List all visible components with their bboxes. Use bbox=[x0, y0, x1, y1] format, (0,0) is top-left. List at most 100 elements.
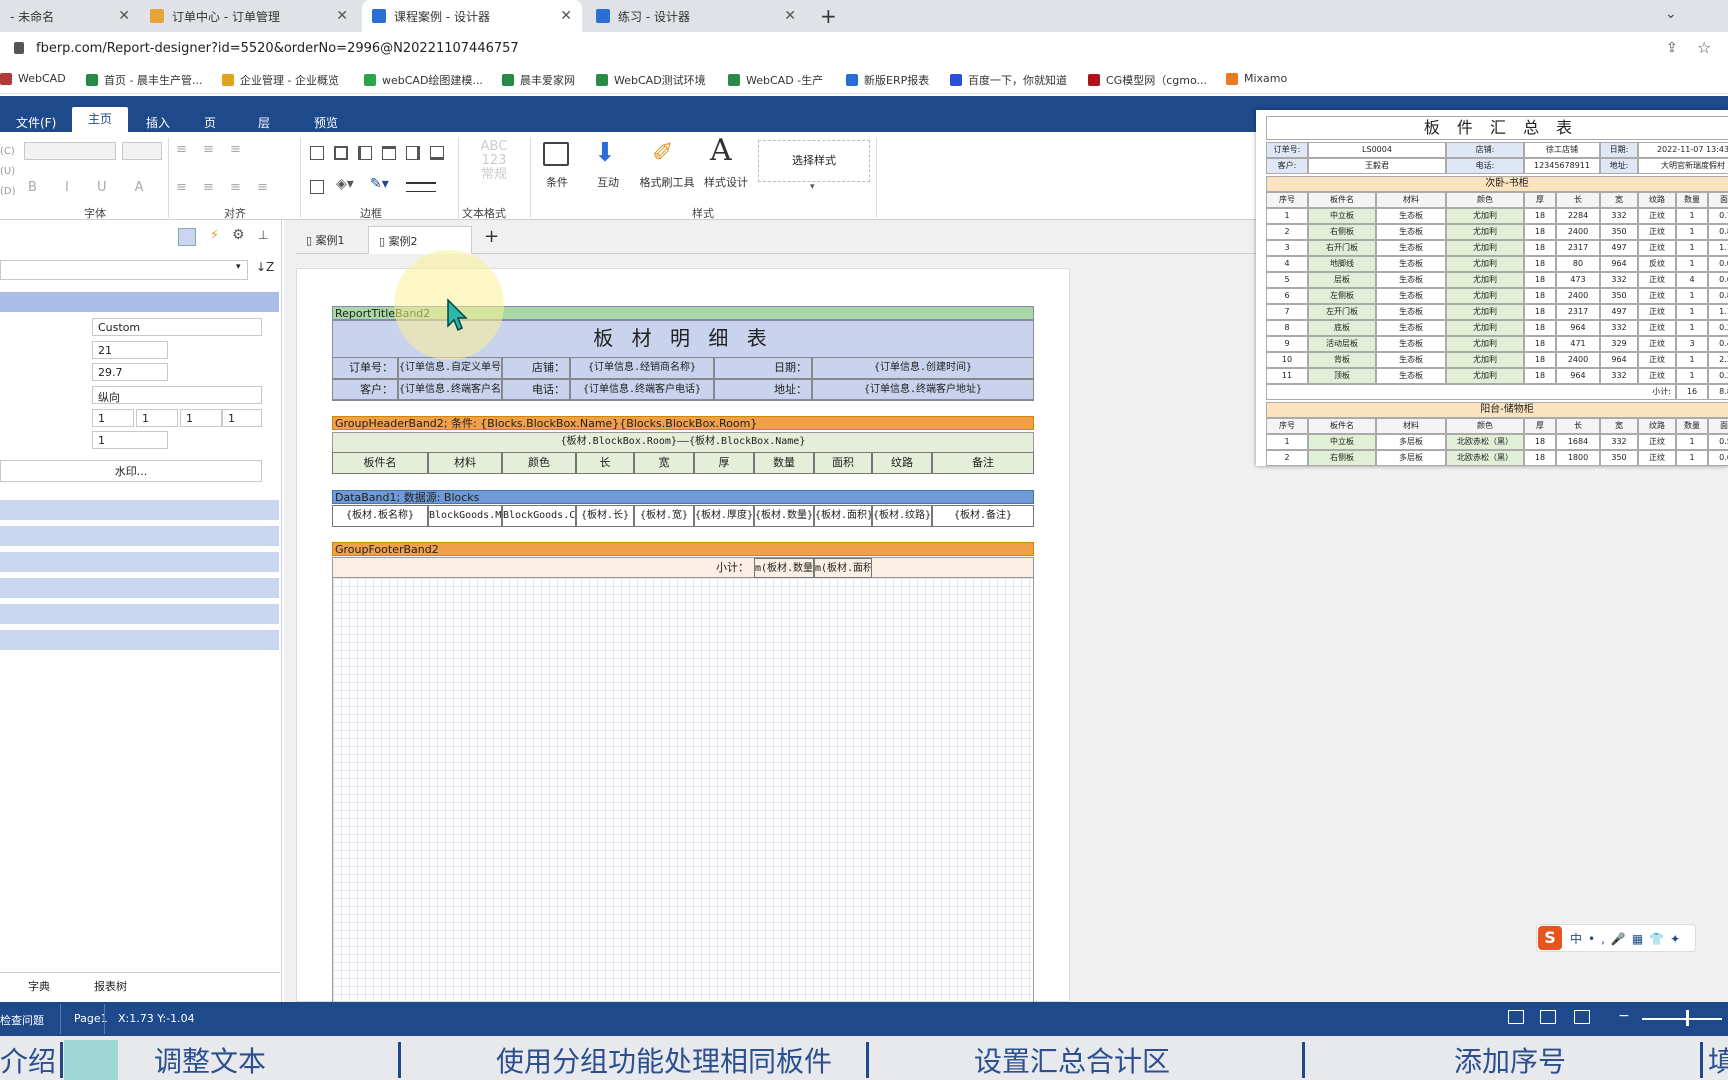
chapter-label[interactable]: 填 bbox=[1708, 1040, 1728, 1080]
style-design-icon[interactable]: A bbox=[710, 136, 732, 166]
browser-tab[interactable]: 练习 - 设计器 ✕ bbox=[586, 0, 806, 32]
interaction-icon[interactable]: ⬇ bbox=[594, 140, 616, 166]
border-top-icon[interactable] bbox=[382, 146, 396, 160]
border-right-icon[interactable] bbox=[406, 146, 420, 160]
margin-right-input[interactable]: 1 bbox=[136, 409, 178, 427]
close-icon[interactable]: ✕ bbox=[118, 8, 130, 24]
property-category-row[interactable] bbox=[0, 604, 279, 624]
chevron-down-icon[interactable]: ▾ bbox=[236, 262, 241, 272]
bookmark-item[interactable]: 百度一下，你就知道 bbox=[950, 72, 1067, 88]
border-all-icon[interactable] bbox=[310, 146, 324, 160]
fill-color-icon[interactable]: ◈▾ bbox=[336, 176, 354, 192]
data-cell[interactable]: {板材.面积} bbox=[814, 505, 872, 527]
info-field[interactable]: {订单信息.经销商名称} bbox=[570, 357, 714, 379]
bookmark-item[interactable]: 晨丰爱家网 bbox=[502, 72, 575, 88]
object-selector[interactable] bbox=[0, 260, 248, 280]
menu-preview[interactable]: 预览 bbox=[314, 114, 338, 131]
align-buttons-bottom[interactable]: ≡ ≡ ≡ ≡ bbox=[176, 180, 274, 195]
page-height-input[interactable]: 29.7 bbox=[92, 363, 168, 381]
info-field[interactable]: {订单信息.终端客户名称 bbox=[398, 379, 502, 401]
margin-left-input[interactable]: 1 bbox=[92, 409, 134, 427]
zoom-out-icon[interactable]: − bbox=[1618, 1008, 1630, 1024]
browser-tab[interactable]: 订单中心 - 订单管理 ✕ bbox=[140, 0, 358, 32]
menu-layer[interactable]: 层 bbox=[258, 114, 270, 131]
property-category-row[interactable] bbox=[0, 578, 279, 598]
condition-icon[interactable] bbox=[543, 142, 569, 166]
view-100-icon[interactable] bbox=[1574, 1010, 1590, 1024]
font-style-buttons[interactable]: B I U A bbox=[28, 180, 156, 195]
menu-page[interactable]: 页 bbox=[204, 114, 216, 131]
line-style-icon[interactable] bbox=[406, 182, 436, 192]
ime-tool-icons[interactable]: 中•,🎤▦👕✦ bbox=[1570, 930, 1686, 947]
browser-tab-active[interactable]: 课程案例 - 设计器 ✕ bbox=[362, 0, 582, 32]
gear-icon[interactable]: ⚙ bbox=[232, 227, 245, 243]
text-format-icon[interactable]: ABC 123 常规 bbox=[474, 140, 514, 182]
group-footer-band[interactable] bbox=[332, 557, 1034, 578]
close-icon[interactable]: ✕ bbox=[336, 8, 348, 24]
properties-tab-icon[interactable] bbox=[178, 228, 196, 246]
check-issues-button[interactable]: 检查问题 bbox=[0, 1012, 44, 1028]
border-none-icon[interactable] bbox=[310, 180, 324, 194]
info-label[interactable]: 店铺： bbox=[502, 357, 570, 379]
menu-home[interactable]: 主页 bbox=[72, 107, 129, 133]
format-painter-button[interactable]: 格式刷工具 bbox=[634, 174, 700, 190]
sogou-icon[interactable]: S bbox=[1538, 926, 1562, 950]
orientation-select[interactable]: 纵向 bbox=[92, 386, 262, 404]
data-cell[interactable]: BlockGoods.C bbox=[502, 505, 576, 527]
data-cell[interactable]: {板材.纹路} bbox=[872, 505, 932, 527]
border-bottom-icon[interactable] bbox=[430, 146, 444, 160]
share-icon[interactable]: ⇪ bbox=[1666, 40, 1678, 56]
property-category-header[interactable] bbox=[0, 292, 279, 312]
chapter-label[interactable]: 介绍 bbox=[0, 1040, 56, 1080]
column-header-cell[interactable]: 备注 bbox=[932, 452, 1034, 474]
columns-input[interactable]: 1 bbox=[92, 431, 168, 449]
chapter-label[interactable]: 使用分组功能处理相同板件 bbox=[496, 1040, 832, 1080]
chapter-label[interactable]: 调整文本 bbox=[154, 1040, 266, 1080]
info-label[interactable]: 地址： bbox=[714, 379, 812, 401]
url-field[interactable]: fberp.com/Report-designer?id=5520&orderN… bbox=[36, 41, 519, 56]
subtotal-qty-cell[interactable]: m(板材.数量 bbox=[754, 558, 814, 578]
style-select[interactable]: 选择样式 bbox=[758, 140, 870, 182]
tab-report-tree[interactable]: 报表树 bbox=[94, 978, 127, 994]
close-icon[interactable]: ✕ bbox=[784, 8, 796, 24]
column-header-cell[interactable]: 厚 bbox=[694, 452, 754, 474]
view-page-icon[interactable] bbox=[1508, 1010, 1524, 1024]
bookmark-item[interactable]: CG模型网（cgmo... bbox=[1088, 72, 1207, 88]
info-label[interactable]: 电话： bbox=[502, 379, 570, 401]
info-field[interactable]: {订单信息.创建时间} bbox=[812, 357, 1034, 379]
property-category-row[interactable] bbox=[0, 526, 279, 546]
star-icon[interactable]: ☆ bbox=[1697, 38, 1711, 57]
bookmark-item[interactable]: WebCAD测试环境 bbox=[596, 72, 706, 88]
sort-icon[interactable]: ↓Z bbox=[256, 260, 274, 274]
tab-dictionary[interactable]: 字典 bbox=[28, 978, 50, 994]
events-icon[interactable]: ⚡ bbox=[210, 228, 219, 243]
subtotal-label[interactable]: 小计： bbox=[716, 559, 749, 575]
info-label[interactable]: 日期： bbox=[714, 357, 812, 379]
group-header-text[interactable]: {板材.BlockBox.Room}——{板材.BlockBox.Name} bbox=[332, 432, 1034, 452]
chevron-down-icon[interactable]: ▾ bbox=[810, 182, 815, 192]
band-header-data[interactable]: DataBand1; 数据源: Blocks bbox=[332, 490, 1034, 504]
column-header-cell[interactable]: 长 bbox=[576, 452, 634, 474]
info-field[interactable]: {订单信息.终端客户电话} bbox=[570, 379, 714, 401]
column-header-cell[interactable]: 面积 bbox=[814, 452, 872, 474]
data-cell[interactable]: {板材.长} bbox=[576, 505, 634, 527]
margin-bottom-input[interactable]: 1 bbox=[222, 409, 262, 427]
bookmark-item[interactable]: 企业管理 - 企业概览 bbox=[222, 72, 339, 88]
info-field[interactable]: {订单信息.终端客户地址} bbox=[812, 379, 1034, 401]
new-tab-button[interactable]: + bbox=[820, 4, 837, 28]
chapter-label[interactable]: 添加序号 bbox=[1454, 1040, 1566, 1080]
style-design-button[interactable]: 样式设计 bbox=[700, 174, 752, 190]
column-header-cell[interactable]: 宽 bbox=[634, 452, 694, 474]
border-outer-icon[interactable] bbox=[334, 146, 348, 160]
watermark-button[interactable]: 水印... bbox=[0, 460, 262, 482]
lock-icon[interactable] bbox=[14, 42, 24, 54]
bookmark-item[interactable]: WebCAD bbox=[0, 72, 66, 85]
add-doc-button[interactable]: + bbox=[484, 226, 499, 247]
border-left-icon[interactable] bbox=[358, 146, 372, 160]
font-family-select[interactable] bbox=[24, 142, 116, 160]
column-header-cell[interactable]: 材料 bbox=[428, 452, 502, 474]
column-header-cell[interactable]: 数量 bbox=[754, 452, 814, 474]
info-label[interactable]: 订单号： bbox=[332, 357, 398, 379]
align-buttons-top[interactable]: ≡ ≡ ≡ bbox=[176, 142, 247, 157]
data-cell[interactable]: {板材.备注} bbox=[932, 505, 1034, 527]
